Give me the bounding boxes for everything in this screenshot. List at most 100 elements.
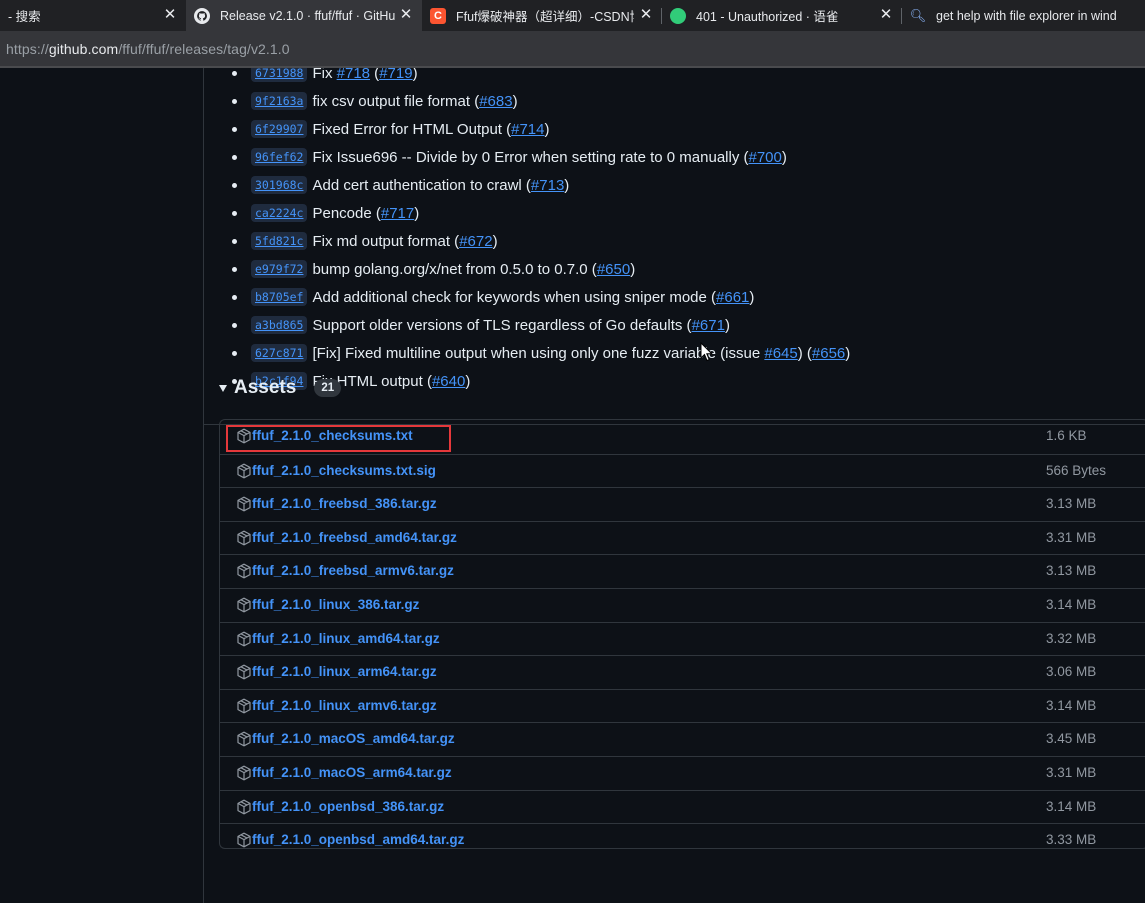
asset-size: 3.13 MB [1046, 563, 1097, 579]
package-icon [237, 597, 251, 613]
commit-text: Add additional check for keywords when u… [312, 288, 717, 306]
tab-search-help[interactable]: 🔍︎ get help with file explorer in wind [902, 0, 1145, 31]
issue-link[interactable]: #645 [764, 345, 797, 362]
asset-download-link[interactable]: ffuf_2.1.0_macOS_amd64.tar.gz [252, 731, 455, 746]
asset-size: 3.14 MB [1046, 697, 1097, 713]
asset-download-link[interactable]: ffuf_2.1.0_linux_386.tar.gz [252, 597, 419, 612]
bullet-icon [232, 183, 237, 188]
package-icon [237, 765, 251, 781]
close-icon[interactable]: ✕ [878, 7, 894, 23]
tab-search[interactable]: - 搜索 ✕ [0, 0, 186, 31]
mouse-cursor-icon [700, 342, 714, 362]
tab-title: Release v2.1.0 · ffuf/ffuf · GitHub [220, 8, 395, 23]
asset-download-link[interactable]: ffuf_2.1.0_freebsd_386.tar.gz [252, 496, 437, 511]
asset-download-link[interactable]: ffuf_2.1.0_linux_amd64.tar.gz [252, 631, 440, 646]
tab-title: - 搜索 [8, 10, 41, 24]
issue-link[interactable]: #656 [812, 345, 845, 362]
asset-size: 3.14 MB [1046, 596, 1097, 612]
commit-sha-link[interactable]: 5fd821c [251, 232, 308, 250]
assets-list: ffuf_2.1.0_checksums.txt 1.6 KB ffuf_2.1.0… [219, 419, 1145, 849]
tab-yuque[interactable]: 401 - Unauthorized · 语雀 ✕ [662, 0, 902, 31]
caret-down-icon[interactable] [219, 384, 227, 392]
commit-sha-link[interactable]: e979f72 [251, 260, 308, 278]
issue-link[interactable]: #718 [337, 68, 370, 82]
commit-item: b8705ef Add additional check for keywords… [232, 283, 850, 311]
package-icon [237, 731, 251, 747]
asset-download-link[interactable]: ffuf_2.1.0_freebsd_armv6.tar.gz [252, 563, 454, 578]
issue-link[interactable]: #717 [381, 205, 414, 222]
asset-size: 3.06 MB [1046, 664, 1097, 680]
asset-download-link[interactable]: ffuf_2.1.0_openbsd_amd64.tar.gz [252, 832, 464, 847]
highlight-box [226, 425, 451, 452]
issue-link[interactable]: #714 [511, 121, 544, 138]
commit-text: Fix md output format ( [312, 232, 460, 250]
commit-sha-link[interactable]: ca2224c [251, 204, 308, 222]
asset-row: ffuf_2.1.0_checksums.txt.sig 566 Bytes [220, 453, 1145, 488]
asset-download-link[interactable]: ffuf_2.1.0_checksums.txt.sig [252, 463, 436, 478]
commit-message: Fix #718 (#719) [312, 68, 417, 82]
package-icon [237, 496, 251, 512]
commit-sha-link[interactable]: 6731988 [251, 68, 308, 82]
commit-sha-link[interactable]: a3bd865 [251, 316, 308, 334]
asset-download-link[interactable]: ffuf_2.1.0_linux_armv6.tar.gz [252, 698, 437, 713]
bullet-icon [232, 127, 237, 132]
close-icon[interactable]: ✕ [162, 7, 178, 23]
commit-item: 9f2163a fix csv output file format (#683) [232, 87, 850, 115]
issue-link[interactable]: #640 [432, 373, 465, 390]
url-host: github.com [48, 40, 119, 57]
url-text[interactable]: https://github.com/ffuf/ffuf/releases/ta… [6, 41, 290, 57]
assets-header[interactable]: Assets 21 [219, 377, 342, 399]
commit-item: e979f72 bump golang.org/x/net from 0.5.0 … [232, 255, 850, 283]
commit-message: Support older versions of TLS regardless… [312, 316, 730, 334]
asset-row: ffuf_2.1.0_macOS_arm64.tar.gz 3.31 MB [220, 755, 1145, 790]
commit-sha-link[interactable]: 9f2163a [251, 92, 308, 110]
asset-download-link[interactable]: ffuf_2.1.0_freebsd_amd64.tar.gz [252, 530, 457, 545]
yuque-icon [670, 7, 686, 24]
commit-message: Add additional check for keywords when u… [312, 288, 755, 306]
commit-sha-link[interactable]: 96fef62 [251, 148, 308, 166]
issue-link[interactable]: #661 [716, 289, 749, 306]
commit-item: 5fd821c Fix md output format (#672) [232, 227, 850, 255]
commit-sha-link[interactable]: 6f29907 [251, 120, 308, 138]
asset-row: ffuf_2.1.0_openbsd_amd64.tar.gz 3.33 MB [220, 823, 1145, 857]
close-icon[interactable]: ✕ [638, 7, 654, 23]
package-icon [237, 698, 251, 714]
asset-row: ffuf_2.1.0_linux_armv6.tar.gz 3.14 MB [220, 688, 1145, 723]
issue-link[interactable]: #713 [531, 177, 564, 194]
package-icon [237, 664, 251, 680]
commit-message: Fix Issue696 -- Divide by 0 Error when s… [312, 148, 787, 166]
commit-item: 627c871 [Fix] Fixed multiline output when… [232, 339, 850, 367]
issue-link[interactable]: #700 [749, 149, 782, 166]
asset-row: ffuf_2.1.0_linux_amd64.tar.gz 3.32 MB [220, 621, 1145, 656]
close-icon[interactable]: ✕ [398, 7, 414, 23]
issue-link[interactable]: #650 [597, 261, 630, 278]
asset-size: 1.6 KB [1046, 428, 1087, 443]
content-border [203, 68, 204, 903]
asset-download-link[interactable]: ffuf_2.1.0_macOS_arm64.tar.gz [252, 765, 452, 780]
issue-link[interactable]: #719 [379, 68, 412, 82]
package-icon [237, 799, 251, 814]
assets-count-badge: 21 [314, 379, 342, 397]
asset-download-link[interactable]: ffuf_2.1.0_openbsd_386.tar.gz [252, 799, 444, 814]
commit-item: 6731988 Fix #718 (#719) [232, 68, 850, 87]
commit-text: Add cert authentication to crawl ( [312, 176, 531, 194]
asset-download-link[interactable]: ffuf_2.1.0_linux_arm64.tar.gz [252, 664, 437, 679]
commit-sha-link[interactable]: 627c871 [251, 344, 308, 362]
commit-sha-link[interactable]: b8705ef [251, 288, 308, 306]
asset-size: 3.45 MB [1046, 731, 1097, 747]
issue-link[interactable]: #672 [459, 233, 492, 250]
commit-sha-link[interactable]: 301968c [251, 176, 308, 194]
tab-csdn[interactable]: C Ffuf爆破神器（超详细）-CSDN博 ✕ [422, 0, 662, 31]
tab-github-release[interactable]: Release v2.1.0 · ffuf/ffuf · GitHub ✕ [186, 0, 422, 31]
asset-size: 3.31 MB [1046, 764, 1097, 780]
bullet-icon [232, 239, 237, 244]
commit-message: [Fix] Fixed multiline output when using … [312, 344, 851, 362]
package-icon [237, 463, 251, 478]
issue-link[interactable]: #683 [479, 93, 512, 110]
commit-item: ca2224c Pencode (#717) [232, 199, 850, 227]
issue-link[interactable]: #671 [692, 317, 725, 334]
commit-item: 6f29907 Fixed Error for HTML Output (#714… [232, 115, 850, 143]
address-bar[interactable]: https://github.com/ffuf/ffuf/releases/ta… [0, 31, 1145, 66]
tab-title: Ffuf爆破神器（超详细）-CSDN博 [456, 10, 634, 24]
commit-item: a3bd865 Support older versions of TLS reg… [232, 311, 850, 339]
